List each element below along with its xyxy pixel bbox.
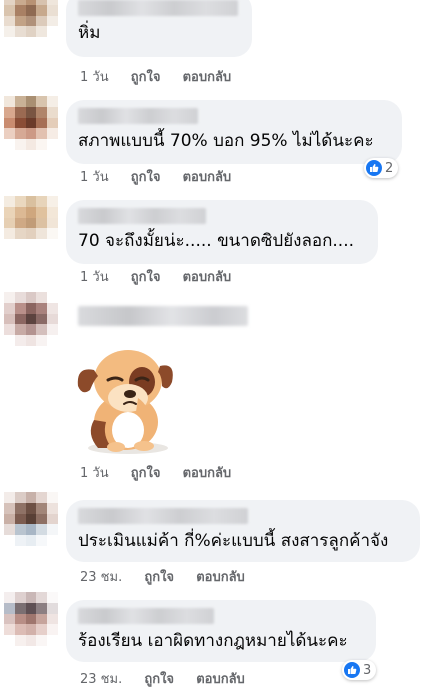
comment-actions: 23 ชม. ถูกใจ ตอบกลับ — [80, 668, 263, 689]
comment-time[interactable]: 1 วัน — [80, 70, 109, 85]
comment-time[interactable]: 1 วัน — [80, 170, 109, 185]
author-name[interactable] — [78, 508, 248, 524]
comment-time[interactable]: 1 วัน — [80, 270, 109, 285]
comment-bubble: ประเมินแม่ค้า กี่%ค่ะแบบนี้ สงสารลูกค้าจ… — [66, 500, 420, 562]
reaction-count: 2 — [385, 160, 394, 176]
sad-puppy-sticker — [77, 350, 173, 454]
reply-button[interactable]: ตอบกลับ — [183, 270, 232, 285]
comment-time[interactable]: 1 วัน — [80, 466, 109, 481]
like-button[interactable]: ถูกใจ — [131, 270, 161, 285]
reply-button[interactable]: ตอบกลับ — [183, 70, 232, 85]
author-name[interactable] — [78, 306, 248, 326]
comment-actions: 1 วัน ถูกใจ ตอบกลับ — [80, 462, 249, 483]
comment-bubble: หิ่ม — [66, 0, 252, 57]
comment-time[interactable]: 23 ชม. — [80, 672, 122, 687]
avatar[interactable] — [4, 96, 58, 150]
author-name[interactable] — [78, 108, 198, 124]
like-icon — [344, 662, 360, 678]
avatar[interactable] — [4, 292, 58, 346]
comment-text: หิ่ม — [78, 23, 101, 43]
comment-text: ร้องเรียน เอาผิดทางกฎหมายได้นะคะ — [78, 631, 348, 651]
comment-time[interactable]: 23 ชม. — [80, 570, 122, 585]
like-button[interactable]: ถูกใจ — [131, 170, 161, 185]
reply-button[interactable]: ตอบกลับ — [183, 466, 232, 481]
reaction-badge[interactable]: 3 — [342, 660, 377, 680]
avatar[interactable] — [4, 0, 58, 48]
comment-actions: 1 วัน ถูกใจ ตอบกลับ — [80, 166, 249, 187]
comment-bubble: ร้องเรียน เอาผิดทางกฎหมายได้นะคะ — [66, 600, 376, 662]
like-button[interactable]: ถูกใจ — [144, 570, 174, 585]
reply-button[interactable]: ตอบกลับ — [196, 570, 245, 585]
like-button[interactable]: ถูกใจ — [131, 466, 161, 481]
avatar[interactable] — [4, 592, 58, 646]
reply-button[interactable]: ตอบกลับ — [196, 672, 245, 687]
reply-button[interactable]: ตอบกลับ — [183, 170, 232, 185]
reaction-count: 3 — [363, 662, 372, 678]
comment-actions: 1 วัน ถูกใจ ตอบกลับ — [80, 266, 249, 287]
comment-text: 70 จะถึงมั้ยน่ะ..... ขนาดซิปยังลอก.... — [78, 231, 355, 251]
comment-text: ประเมินแม่ค้า กี่%ค่ะแบบนี้ สงสารลูกค้าจ… — [78, 531, 389, 551]
like-button[interactable]: ถูกใจ — [131, 70, 161, 85]
avatar[interactable] — [4, 492, 58, 546]
reaction-badge[interactable]: 2 — [364, 158, 399, 178]
comment-bubble: สภาพแบบนี้ 70% บอก 95% ไม่ได้นะคะ — [66, 100, 402, 164]
comment-text: สภาพแบบนี้ 70% บอก 95% ไม่ได้นะคะ — [78, 131, 374, 151]
author-name[interactable] — [78, 608, 214, 624]
like-icon — [366, 160, 382, 176]
comment-bubble: 70 จะถึงมั้ยน่ะ..... ขนาดซิปยังลอก.... — [66, 200, 378, 264]
author-name[interactable] — [78, 0, 238, 16]
avatar[interactable] — [4, 196, 58, 250]
comment-actions: 23 ชม. ถูกใจ ตอบกลับ — [80, 566, 263, 587]
comment-actions: 1 วัน ถูกใจ ตอบกลับ — [80, 66, 249, 87]
like-button[interactable]: ถูกใจ — [144, 672, 174, 687]
author-name[interactable] — [78, 208, 206, 224]
